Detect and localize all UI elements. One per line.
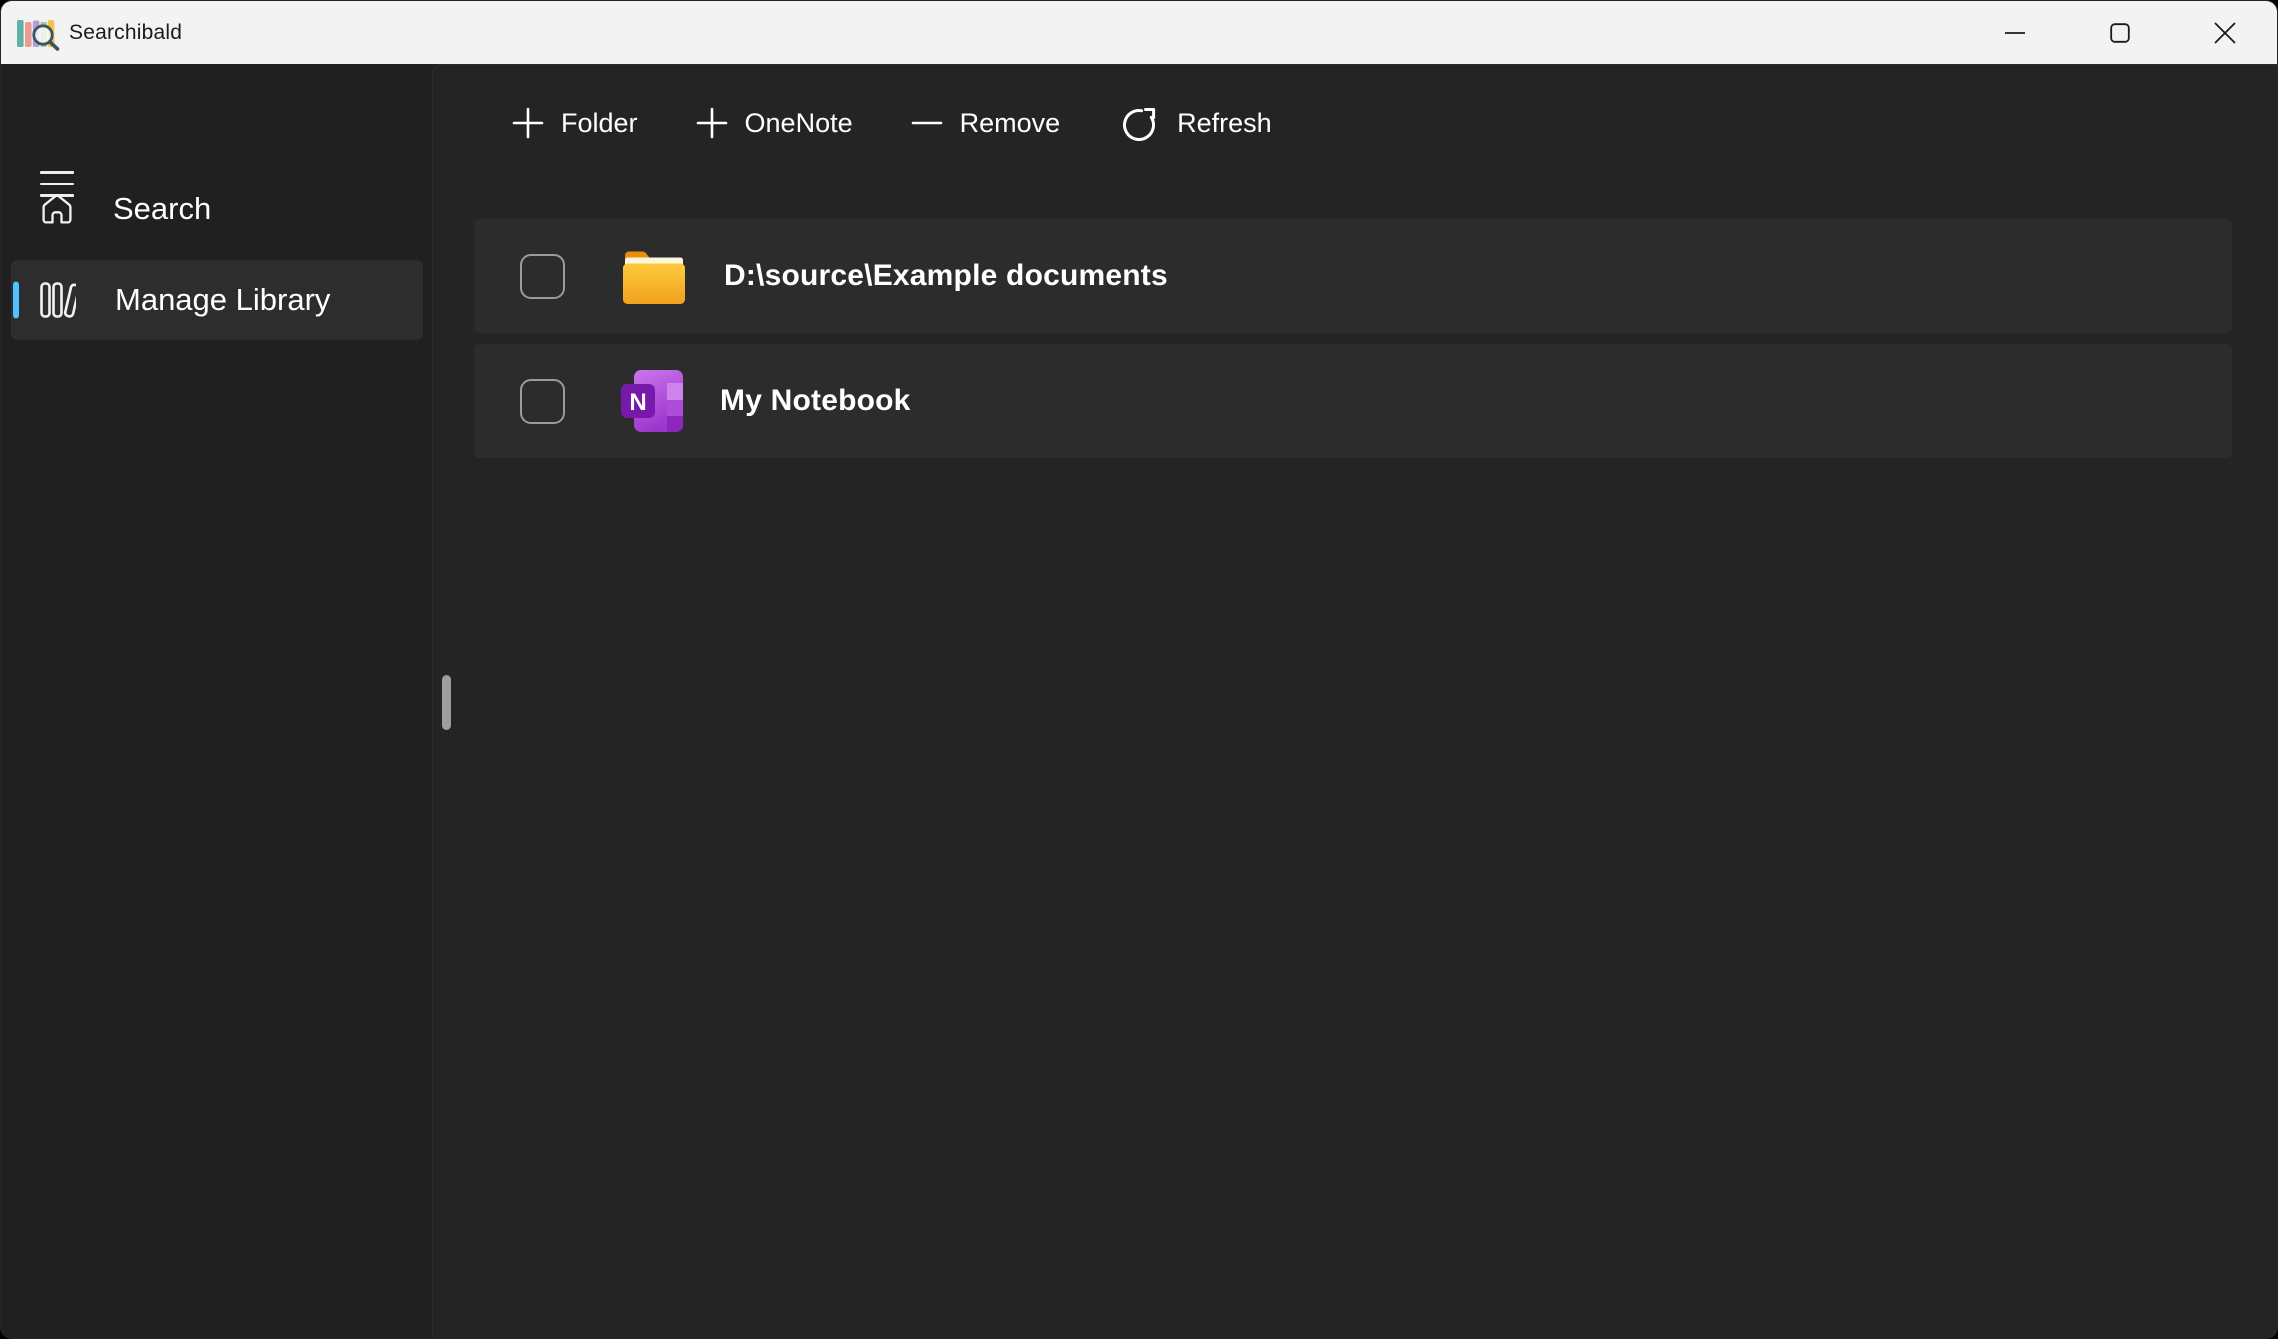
sidebar-nav: Search Manage Library (11, 169, 423, 351)
row-checkbox[interactable] (520, 379, 565, 424)
app-window: Searchibald (0, 0, 2278, 1339)
remove-button[interactable]: Remove (911, 107, 1061, 139)
sidebar-item-label: Search (113, 191, 211, 227)
sidebar-item-label: Manage Library (115, 282, 330, 318)
plus-icon (512, 107, 544, 139)
home-icon (40, 192, 74, 226)
app-icon (16, 16, 63, 52)
sidebar: Search Manage Library (1, 64, 432, 1339)
sidebar-item-search[interactable]: Search (11, 169, 423, 249)
library-icon (40, 281, 76, 319)
toolbar: Folder OneNote Remove Refresh (512, 91, 1272, 155)
refresh-button[interactable]: Refresh (1118, 102, 1272, 144)
toolbar-button-label: Refresh (1177, 108, 1272, 139)
sidebar-item-manage-library[interactable]: Manage Library (11, 260, 423, 340)
content-pane: Folder OneNote Remove Refresh (432, 64, 2277, 1339)
plus-icon (696, 107, 728, 139)
selection-indicator (13, 282, 19, 319)
row-checkbox[interactable] (520, 254, 565, 299)
onenote-icon: N (621, 369, 683, 433)
main-area: Search Manage Library Folder (1, 64, 2277, 1339)
folder-icon (621, 246, 687, 306)
refresh-icon (1118, 102, 1160, 144)
pane-resize-handle[interactable] (442, 675, 451, 730)
library-list: D:\source\Example documents (474, 219, 2232, 458)
toolbar-button-label: Folder (561, 108, 638, 139)
minimize-button[interactable] (1962, 1, 2067, 64)
add-folder-button[interactable]: Folder (512, 107, 638, 139)
list-item-onenote[interactable]: N My Notebook (474, 344, 2232, 458)
toolbar-button-label: OneNote (745, 108, 853, 139)
titlebar: Searchibald (1, 1, 2277, 64)
list-item-label: D:\source\Example documents (724, 259, 1168, 293)
minus-icon (911, 107, 943, 139)
close-button[interactable] (2172, 1, 2277, 64)
caption-buttons (1962, 1, 2277, 64)
toolbar-button-label: Remove (960, 108, 1061, 139)
list-item-label: My Notebook (720, 384, 911, 418)
svg-text:N: N (629, 389, 646, 416)
add-onenote-button[interactable]: OneNote (696, 107, 853, 139)
list-item-folder[interactable]: D:\source\Example documents (474, 219, 2232, 333)
window-title: Searchibald (69, 21, 182, 45)
maximize-button[interactable] (2067, 1, 2172, 64)
close-icon (2214, 22, 2236, 44)
minimize-icon (2005, 23, 2025, 43)
maximize-icon (2110, 23, 2130, 43)
